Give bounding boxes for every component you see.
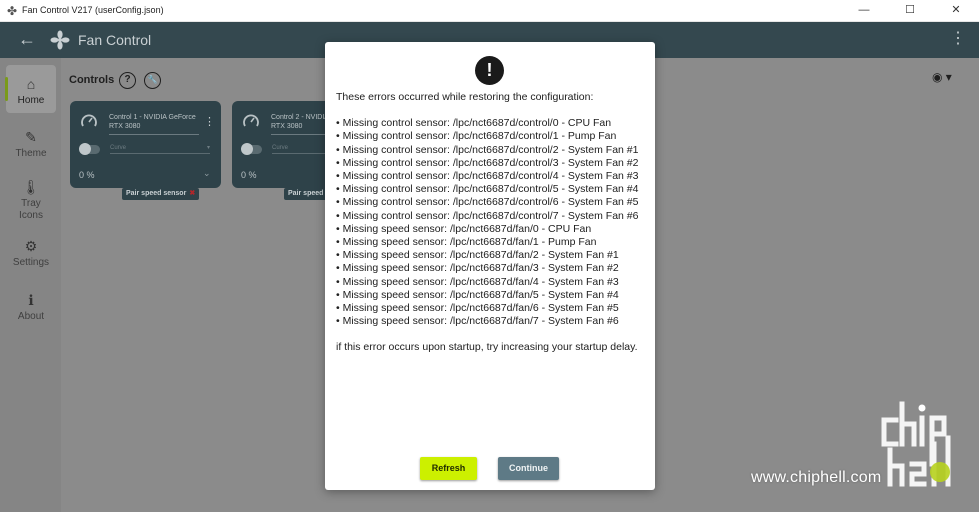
sidebar-item-label: Theme [15,148,47,159]
speed-percent: 0 % [241,170,257,180]
wrench-icon[interactable]: 🔧 [144,72,161,89]
error-item: • Missing speed sensor: /lpc/nct6687d/fa… [336,275,619,288]
sidebar-item-label: Home [17,95,45,106]
speed-percent: 0 % [79,170,95,180]
minimize-button[interactable]: — [841,0,887,22]
pair-speed-sensor-label[interactable]: Pair speed sensor ✖ [122,188,200,200]
gear-icon: ⚙ [24,238,38,254]
controls-heading: Controls [69,74,115,86]
info-icon: ℹ [28,292,34,308]
error-item: • Missing control sensor: /lpc/nct6687d/… [336,196,639,209]
error-item: • Missing speed sensor: /lpc/nct6687d/fa… [336,315,619,328]
error-hint: if this error occurs upon startup, try i… [336,341,638,354]
back-arrow-icon[interactable]: ← [18,29,36,49]
error-item: • Missing control sensor: /lpc/nct6687d/… [336,130,617,143]
sidebar-item-home[interactable]: ⌂ Home [5,65,56,113]
window-titlebar: ✤ Fan Control V217 (userConfig.json) — ☐… [0,0,979,22]
control-name[interactable]: Control 1 - NVIDIA GeForce RTX 3080 [109,113,199,135]
close-button[interactable]: ✕ [933,0,979,22]
enable-toggle[interactable] [241,143,262,155]
error-item: • Missing control sensor: /lpc/nct6687d/… [336,183,639,196]
curve-select-value: Curve [110,145,127,151]
more-options-icon[interactable]: ⋮ [950,30,966,48]
enable-toggle[interactable] [79,143,100,155]
pair-speed-sensor-text: Pair speed sensor [126,190,187,197]
curve-select[interactable]: Curve ▾ [110,145,210,154]
unpaired-x-icon: ✖ [189,190,196,197]
watermark-text: www.chiphell.com [751,469,882,486]
gauge-icon [81,114,97,127]
maximize-button[interactable]: ☐ [887,0,933,22]
visibility-eye-icon[interactable]: ◉ ▾ [932,70,952,84]
sidebar: ⌂ Home ✎ Theme 🌡 Tray Icons ⚙ Settings ℹ… [0,58,61,512]
control-card[interactable]: Control 1 - NVIDIA GeForce RTX 3080 ⋮ Cu… [70,101,221,188]
refresh-button[interactable]: Refresh [420,457,477,480]
sidebar-item-about[interactable]: ℹ About [6,292,56,322]
sidebar-item-label: About [17,311,45,322]
gauge-icon [243,114,259,127]
sidebar-item-label: Settings [12,257,50,268]
paint-bucket-icon: ✎ [25,129,37,145]
sidebar-item-label: Tray Icons [19,198,43,221]
chevron-down-icon: ▾ [206,145,210,151]
error-item: • Missing control sensor: /lpc/nct6687d/… [336,143,639,156]
thermometer-icon: 🌡 [22,179,40,195]
alert-exclamation-icon: ! [475,56,504,85]
curve-select-value: Curve [272,145,289,151]
expand-chevron-icon[interactable]: ⌄ [203,168,211,179]
error-dialog: ! These errors occurred while restoring … [325,42,655,490]
error-item: • Missing control sensor: /lpc/nct6687d/… [336,209,639,222]
error-item: • Missing control sensor: /lpc/nct6687d/… [336,156,639,169]
window-title: Fan Control V217 (userConfig.json) [22,5,164,15]
help-icon[interactable]: ? [119,72,136,89]
error-message: These errors occurred while restoring th… [336,91,648,355]
error-item: • Missing speed sensor: /lpc/nct6687d/fa… [336,288,619,301]
sidebar-item-tray-icons[interactable]: 🌡 Tray Icons [6,179,56,222]
fan-app-icon: ✤ [7,4,18,18]
error-item: • Missing speed sensor: /lpc/nct6687d/fa… [336,222,592,235]
fan-icon [50,30,70,50]
error-item: • Missing control sensor: /lpc/nct6687d/… [336,170,639,183]
error-item: • Missing speed sensor: /lpc/nct6687d/fa… [336,302,619,315]
home-icon: ⌂ [26,76,36,92]
continue-button[interactable]: Continue [498,457,559,480]
app-title: Fan Control [78,32,152,48]
error-item: • Missing speed sensor: /lpc/nct6687d/fa… [336,262,619,275]
error-item: • Missing speed sensor: /lpc/nct6687d/fa… [336,236,597,249]
chiphell-logo [881,401,951,487]
sidebar-item-settings[interactable]: ⚙ Settings [6,238,56,268]
error-intro: These errors occurred while restoring th… [336,91,594,103]
sidebar-item-theme[interactable]: ✎ Theme [6,129,56,159]
card-menu-icon[interactable]: ⋮ [204,115,215,128]
error-item: • Missing speed sensor: /lpc/nct6687d/fa… [336,249,619,262]
error-item: • Missing control sensor: /lpc/nct6687d/… [336,117,612,130]
